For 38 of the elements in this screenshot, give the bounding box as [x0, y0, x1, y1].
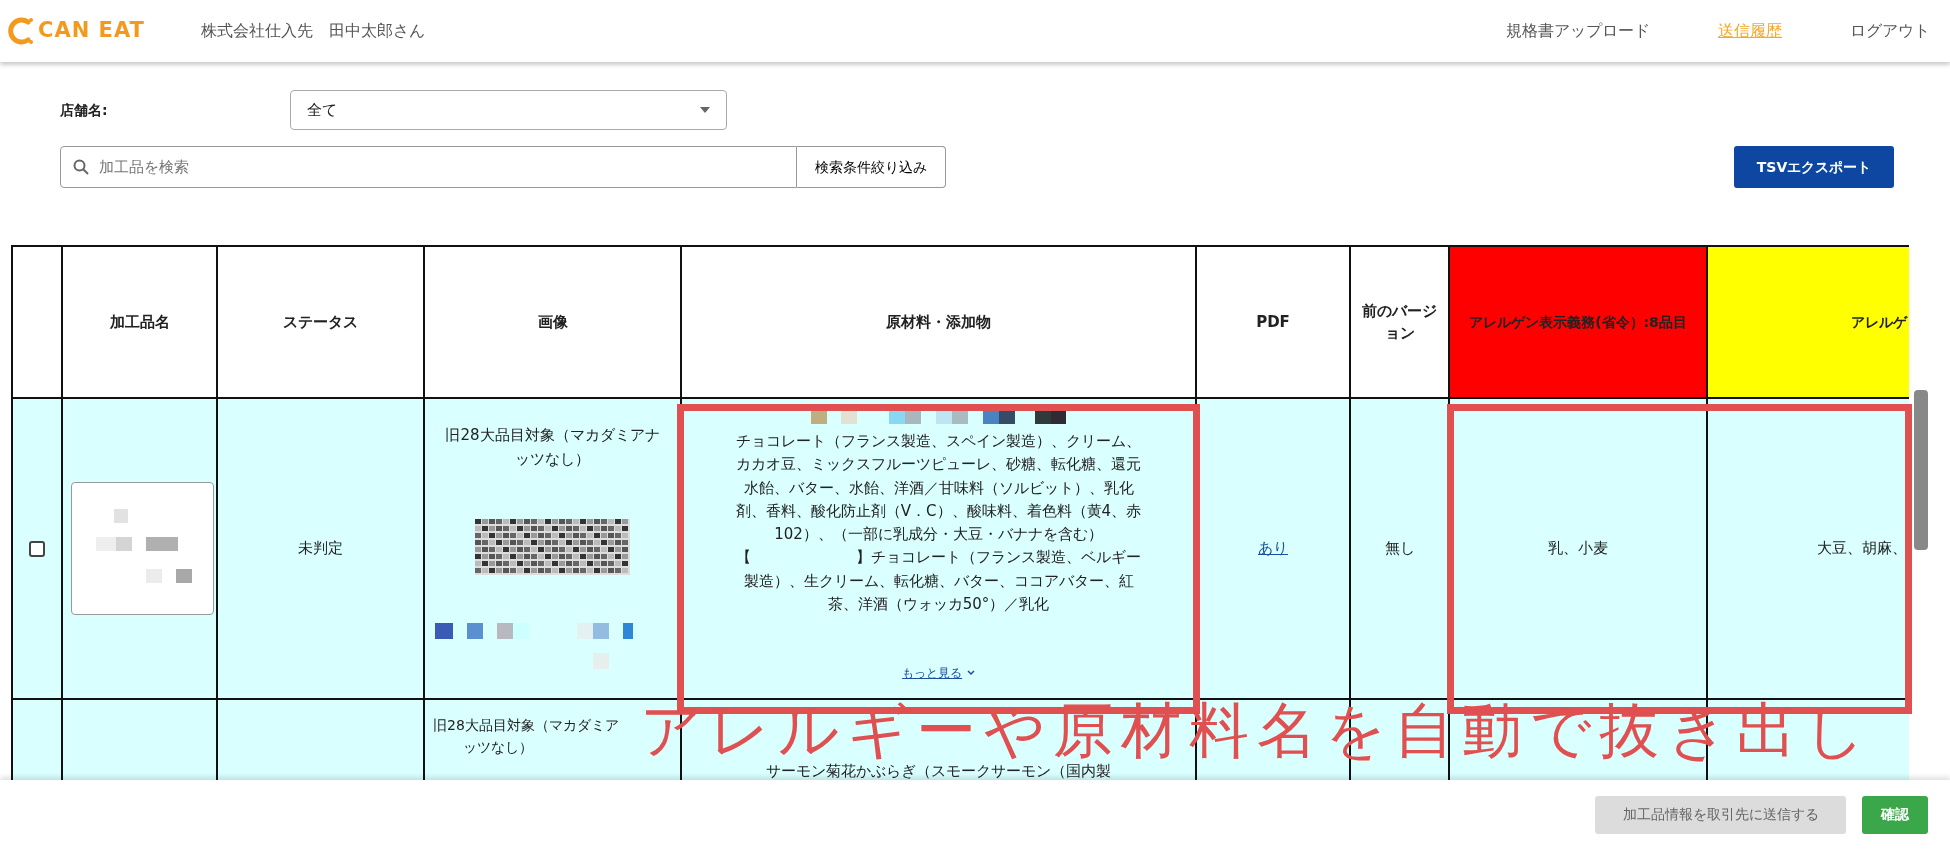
image-caption: 旧28大品目対象（マカダミア	[433, 716, 620, 735]
image-caption: ッツなし）	[514, 449, 591, 470]
image-caption: ッツなし）	[461, 738, 534, 758]
ingredients-text: サーモン菊花かぶらぎ（スモークサーモン（国内製	[766, 762, 1111, 780]
status-text: 未判定	[298, 539, 343, 558]
checkbox[interactable]	[29, 540, 45, 557]
column-header: ステータス	[217, 246, 424, 398]
column-header: アレルゲン表示義務(省令）:8品目	[1449, 246, 1707, 398]
export-button[interactable]: TSVエクスポート	[1734, 146, 1894, 188]
store-label: 店舗名:	[60, 100, 109, 120]
filter-button[interactable]: 検索条件絞り込み	[797, 146, 946, 188]
store-select[interactable]: 全て	[290, 90, 727, 130]
user-name: 田中太郎さん	[328, 20, 425, 42]
pdf-link[interactable]: あり	[1258, 539, 1288, 558]
search-field[interactable]: 加工品を検索	[60, 146, 797, 188]
column-header: 前のバージョン	[1350, 246, 1449, 398]
column-header: アレルゲ	[1707, 246, 1909, 398]
image-caption: 旧28大品目対象（マカダミアナ	[444, 425, 661, 446]
nav-link[interactable]: 規格書アップロード	[1506, 19, 1650, 43]
company-name: 株式会社仕入先	[200, 20, 313, 42]
allergen-text: 乳、小麦	[1548, 539, 1608, 558]
name-field[interactable]	[71, 482, 214, 615]
column-header: PDF	[1196, 246, 1350, 398]
column-header: 加工品名	[62, 246, 217, 398]
nav-link[interactable]: ログアウト	[1850, 19, 1930, 43]
logo-icon	[6, 16, 34, 46]
search-input[interactable]: 加工品を検索	[97, 154, 796, 180]
chevron-icon	[966, 669, 975, 676]
version-text: 無し	[1384, 539, 1415, 558]
column-header: 原材料・添加物	[681, 246, 1196, 398]
more-link[interactable]: もっと見る	[902, 664, 963, 682]
ingredients-text: チョコレート（フランス製造、スペイン製造）、クリーム、カカオ豆、ミックスフルーツピューレ、砂糖、転化糖、還元水飴、バター、水飴、洋酒／甘味料（ソルビット）、乳化剤、香料、酸化防止剤（V．C）、酸味料、着色料（黄4、赤102）、（一部に乳成分・大豆・バナナを含む）【 】チョコレート（フランス製造、ベルギー製造）、生クリーム、転化糖、バター、ココアバター、紅茶、洋酒（ウォッカ50°）／乳化	[735, 432, 1142, 613]
search-icon	[73, 159, 89, 175]
caret-icon	[700, 107, 710, 114]
scrollbar[interactable]	[1914, 390, 1928, 550]
logo-text: CAN EAT	[38, 17, 145, 45]
column-header: 画像	[424, 246, 681, 398]
allergen-text: 大豆、胡麻、	[1817, 539, 1907, 558]
